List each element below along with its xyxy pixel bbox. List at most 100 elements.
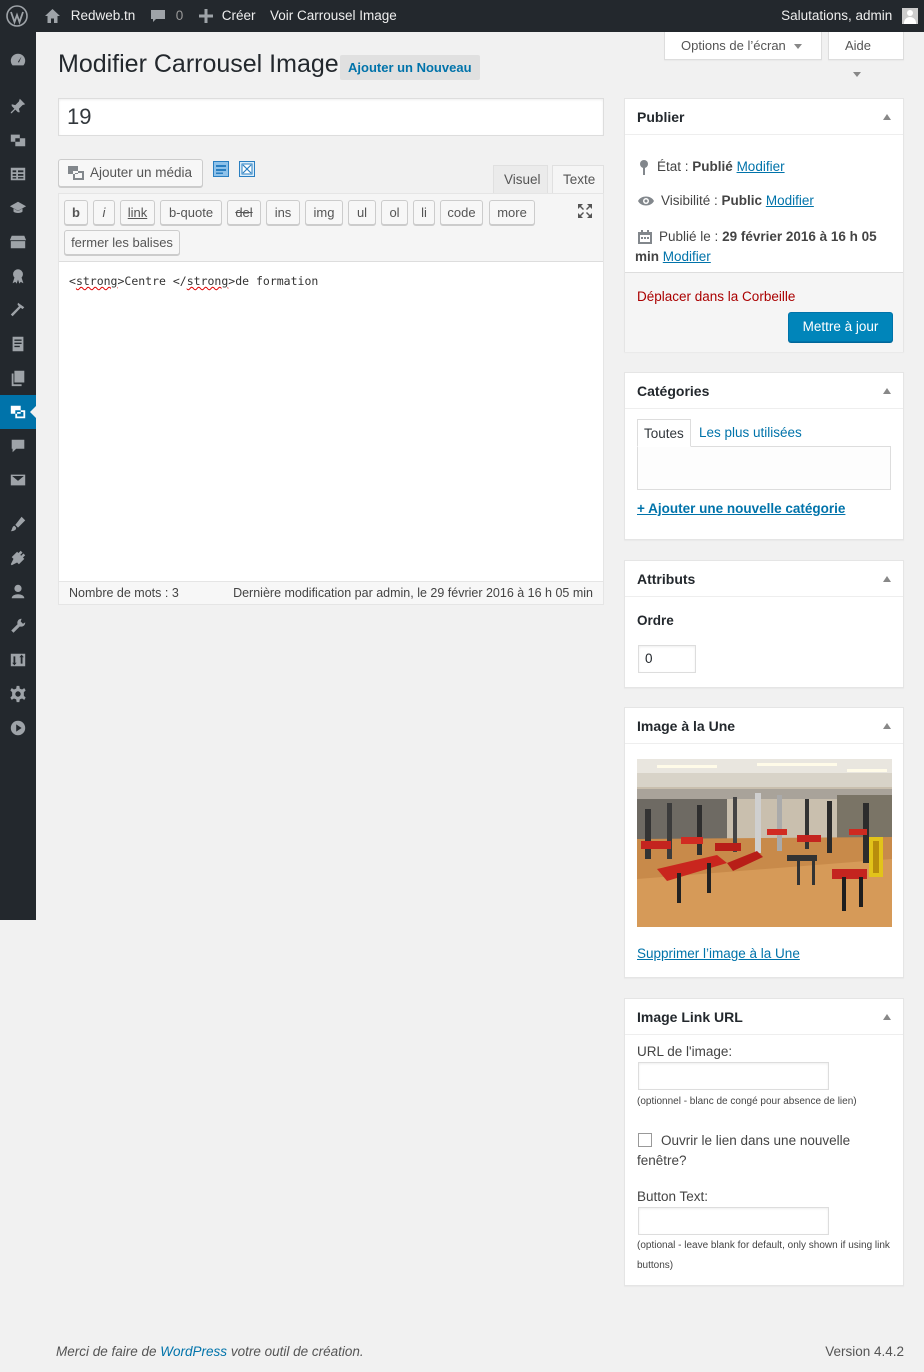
quicktag-del-button[interactable]: del: [227, 200, 261, 225]
site-name-link[interactable]: Redweb.tn: [44, 0, 135, 32]
edit-status-link[interactable]: Modifier: [737, 159, 785, 174]
status-row: État : Publié Modifier: [637, 159, 785, 176]
quicktag-ul-button[interactable]: ul: [348, 200, 376, 225]
carousel-icon[interactable]: [0, 395, 36, 429]
calendar-icon: [638, 230, 652, 245]
store-icon[interactable]: [0, 225, 36, 259]
wordpress-link[interactable]: WordPress: [160, 1344, 227, 1359]
quicktag-ins-button[interactable]: ins: [266, 200, 300, 225]
tab-all-categories[interactable]: Toutes: [637, 419, 691, 447]
add-category-link[interactable]: + Ajouter une nouvelle catégorie: [637, 501, 845, 516]
pages-icon[interactable]: [0, 361, 36, 395]
quicktag-code-button[interactable]: code: [440, 200, 483, 225]
order-input[interactable]: 0: [638, 645, 696, 673]
categories-box-header[interactable]: Catégories: [625, 373, 903, 409]
update-button[interactable]: Mettre à jour: [788, 312, 893, 342]
major-publishing-actions: Déplacer dans la Corbeille Mettre à jour: [625, 272, 903, 352]
attributes-box-header[interactable]: Attributs: [625, 561, 903, 597]
attributes-box: Attributs Ordre 0: [624, 560, 904, 688]
slider-shortcode-icon[interactable]: [213, 161, 229, 177]
hammer-icon[interactable]: [0, 293, 36, 327]
close-tags-button[interactable]: fermer les balises: [64, 230, 180, 255]
table-icon[interactable]: [0, 157, 36, 191]
status-label: État :: [657, 159, 689, 174]
quicktag-bold-button[interactable]: b: [64, 200, 88, 225]
toggle-arrow-icon[interactable]: [883, 576, 891, 582]
page-icon[interactable]: [0, 327, 36, 361]
toggle-arrow-icon[interactable]: [883, 114, 891, 120]
content-text: <: [69, 274, 76, 288]
publish-box-header[interactable]: Publier: [625, 99, 903, 135]
help-button[interactable]: Aide: [828, 32, 904, 78]
quicktags-toolbar: b i link b-quote del ins img ul ol li co…: [59, 194, 603, 262]
quicktag-ol-button[interactable]: ol: [381, 200, 408, 225]
add-new-button[interactable]: Ajouter un Nouveau: [340, 55, 480, 80]
button-text-label: Button Text:: [637, 1189, 709, 1204]
graduation-icon[interactable]: [0, 191, 36, 225]
content-text: strong: [186, 274, 229, 288]
publish-box-title: Publier: [637, 109, 685, 125]
quicktag-italic-button[interactable]: i: [93, 200, 115, 225]
visibility-value: Public: [721, 193, 763, 208]
quicktag-more-button[interactable]: more: [489, 200, 535, 225]
featured-image-thumbnail[interactable]: [637, 759, 892, 927]
account-menu[interactable]: Salutations, admin: [781, 0, 918, 32]
wordpress-logo-icon[interactable]: [6, 0, 28, 32]
screen-options-label: Options de l’écran: [681, 38, 786, 53]
tab-text[interactable]: Texte: [552, 165, 604, 194]
users-icon[interactable]: [0, 575, 36, 609]
quicktag-img-button[interactable]: img: [305, 200, 343, 225]
dashboard-icon[interactable]: [0, 43, 36, 77]
quicktag-link-button[interactable]: link: [120, 200, 155, 225]
view-post-link[interactable]: Voir Carrousel Image: [270, 0, 397, 32]
image-link-box-header[interactable]: Image Link URL: [625, 999, 903, 1035]
new-window-checkbox[interactable]: [638, 1133, 652, 1147]
button-text-input[interactable]: [638, 1207, 829, 1235]
visibility-label: Visibilité :: [661, 193, 718, 208]
image-link-box: Image Link URL URL de l'image: (optionne…: [624, 998, 904, 1286]
move-to-trash-link[interactable]: Déplacer dans la Corbeille: [637, 289, 795, 304]
status-value: Publié: [692, 159, 733, 174]
publish-box: Publier État : Publié Modifier Visibilit…: [624, 98, 904, 352]
edit-visibility-link[interactable]: Modifier: [766, 193, 814, 208]
media-icon[interactable]: [0, 123, 36, 157]
import-icon[interactable]: [0, 643, 36, 677]
image-url-label: URL de l'image:: [637, 1044, 733, 1059]
tools-icon[interactable]: [0, 609, 36, 643]
plus-icon: [199, 9, 213, 24]
play-icon[interactable]: [0, 711, 36, 745]
comments-icon[interactable]: [0, 429, 36, 463]
add-media-button[interactable]: Ajouter un média: [58, 159, 203, 187]
edit-date-link[interactable]: Modifier: [663, 249, 711, 264]
plugins-icon[interactable]: [0, 541, 36, 575]
tab-visual[interactable]: Visuel: [493, 165, 548, 194]
comments-link[interactable]: 0: [150, 0, 183, 32]
editor-textarea[interactable]: <strong>Centre </strong>de formation: [69, 274, 318, 288]
avatar: [902, 8, 918, 25]
appearance-icon[interactable]: [0, 507, 36, 541]
remove-featured-image-link[interactable]: Supprimer l’image à la Une: [637, 946, 800, 961]
screen-options-button[interactable]: Options de l’écran: [664, 32, 822, 60]
footer-thanks-prefix: Merci de faire de: [56, 1344, 161, 1359]
gallery-shortcode-icon[interactable]: [239, 161, 255, 177]
media-icon: [68, 166, 84, 181]
attributes-box-title: Attributs: [637, 571, 696, 587]
mail-icon[interactable]: [0, 463, 36, 497]
toggle-arrow-icon[interactable]: [883, 723, 891, 729]
quicktag-blockquote-button[interactable]: b-quote: [160, 200, 222, 225]
pin-icon[interactable]: [0, 89, 36, 123]
featured-image-box-header[interactable]: Image à la Une: [625, 708, 903, 744]
new-content-link[interactable]: Créer: [199, 0, 256, 32]
settings-icon[interactable]: [0, 677, 36, 711]
toggle-arrow-icon[interactable]: [883, 388, 891, 394]
comment-bubble-icon: [151, 10, 165, 23]
tab-popular-categories[interactable]: Les plus utilisées: [699, 419, 802, 447]
award-icon[interactable]: [0, 259, 36, 293]
quicktag-li-button[interactable]: li: [413, 200, 435, 225]
toggle-arrow-icon[interactable]: [883, 1014, 891, 1020]
image-url-input[interactable]: [638, 1062, 829, 1090]
fullscreen-icon[interactable]: [577, 203, 593, 219]
help-label: Aide: [845, 38, 872, 53]
editor-status-bar: Nombre de mots : 3 Dernière modification…: [59, 581, 603, 604]
post-title-input[interactable]: 19: [58, 98, 604, 136]
